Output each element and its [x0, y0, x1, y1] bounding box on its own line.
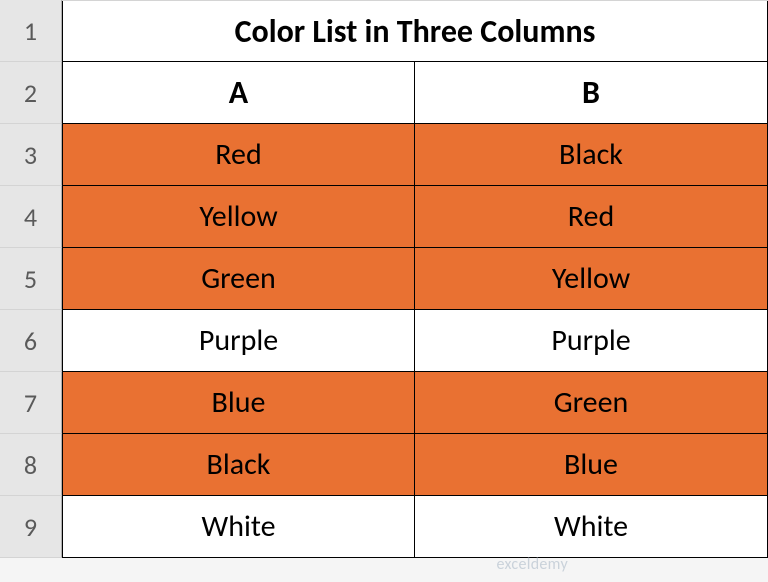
- row-header[interactable]: 7: [0, 372, 62, 434]
- data-cell[interactable]: Purple: [415, 310, 768, 372]
- row-header[interactable]: 9: [0, 496, 62, 558]
- data-cell[interactable]: Blue: [62, 372, 415, 434]
- row-header[interactable]: 4: [0, 186, 62, 248]
- row-header[interactable]: 2: [0, 62, 62, 124]
- data-cell[interactable]: Black: [415, 124, 768, 186]
- data-cell[interactable]: White: [415, 496, 768, 558]
- row-header[interactable]: 6: [0, 310, 62, 372]
- data-cell[interactable]: Red: [415, 186, 768, 248]
- row-header[interactable]: 1: [0, 0, 62, 62]
- data-cell[interactable]: Blue: [415, 434, 768, 496]
- data-cell[interactable]: Purple: [62, 310, 415, 372]
- data-cell[interactable]: Yellow: [62, 186, 415, 248]
- data-cell[interactable]: White: [62, 496, 415, 558]
- data-cell[interactable]: Black: [62, 434, 415, 496]
- data-cell[interactable]: Red: [62, 124, 415, 186]
- title-cell[interactable]: Color List in Three Columns: [62, 0, 768, 62]
- data-cell[interactable]: Yellow: [415, 248, 768, 310]
- row-header[interactable]: 5: [0, 248, 62, 310]
- column-header-b[interactable]: B: [415, 62, 768, 124]
- row-header[interactable]: 8: [0, 434, 62, 496]
- data-cell[interactable]: Green: [62, 248, 415, 310]
- column-header-a[interactable]: A: [62, 62, 415, 124]
- watermark: exceldemy: [497, 555, 568, 574]
- spreadsheet-grid: 1 Color List in Three Columns 2 A B 3 Re…: [0, 0, 768, 558]
- row-header[interactable]: 3: [0, 124, 62, 186]
- data-cell[interactable]: Green: [415, 372, 768, 434]
